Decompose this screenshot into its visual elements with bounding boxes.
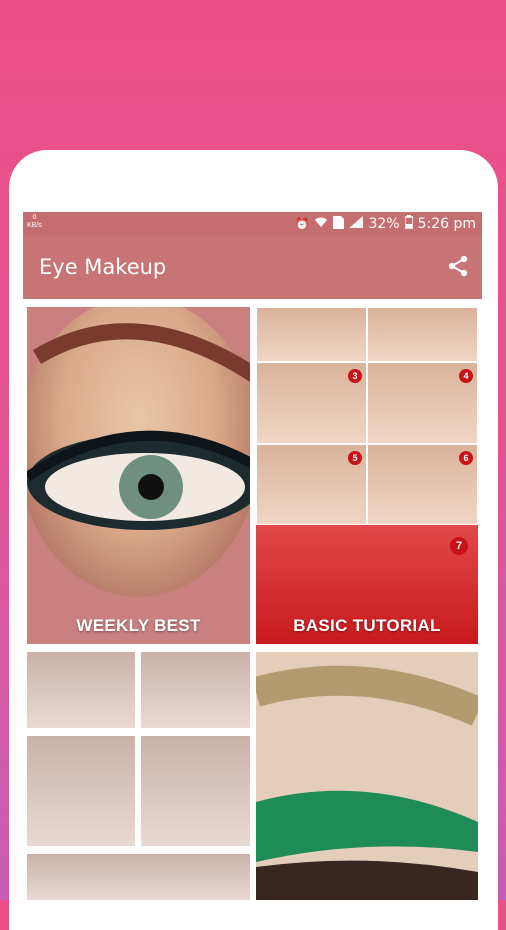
tutorial-step-image: 5 <box>256 444 367 525</box>
eye-photo <box>27 736 135 846</box>
eye-photo <box>27 652 135 728</box>
network-speed-unit: KB/s <box>27 222 42 229</box>
app-screen: 0 KB/s ⏰ 32% 5:26 pm Eye Makeup WEEKLY B… <box>23 212 482 900</box>
tutorial-step-image: 6 <box>367 444 478 525</box>
basic-tutorial-tile[interactable]: 3 4 5 6 7 BASIC TUTORIAL <box>256 307 478 644</box>
category-grid: WEEKLY BEST 3 4 5 6 7 BASIC TUTORIAL <box>23 299 482 900</box>
eye-photo <box>256 652 478 900</box>
wifi-icon <box>314 216 328 231</box>
tutorial-step-image: 4 <box>367 362 478 444</box>
network-speed-value: 0 <box>32 214 37 221</box>
tile-label: BASIC TUTORIAL <box>293 616 441 635</box>
tutorial-step-image <box>256 307 367 362</box>
smokey-eye-tile[interactable] <box>27 652 250 900</box>
alarm-icon: ⏰ <box>294 216 310 231</box>
weekly-best-tile[interactable]: WEEKLY BEST <box>27 307 250 644</box>
clock: 5:26 pm <box>417 215 476 232</box>
tutorial-step-image: 3 <box>256 362 367 444</box>
signal-icon <box>349 216 364 231</box>
step-badge: 3 <box>348 369 362 383</box>
green-eyeliner-tile[interactable] <box>256 652 478 900</box>
page-title: Eye Makeup <box>39 255 167 279</box>
share-icon[interactable] <box>446 254 470 278</box>
app-toolbar: Eye Makeup <box>23 236 482 299</box>
status-bar: 0 KB/s ⏰ 32% 5:26 pm <box>23 212 482 236</box>
network-speed: 0 KB/s <box>27 214 42 230</box>
eye-photo <box>27 307 250 597</box>
eye-photo <box>141 736 250 846</box>
step-badge: 6 <box>459 451 473 465</box>
sim-icon <box>333 215 345 232</box>
tutorial-step-image <box>367 307 478 362</box>
eye-photo <box>141 652 250 728</box>
battery-icon <box>403 215 414 232</box>
battery-percent: 32% <box>368 215 400 232</box>
step-badge: 4 <box>459 369 473 383</box>
step-badge: 7 <box>450 537 468 555</box>
tile-label: WEEKLY BEST <box>76 616 201 635</box>
step-badge: 5 <box>348 451 362 465</box>
eye-photo <box>27 854 250 900</box>
